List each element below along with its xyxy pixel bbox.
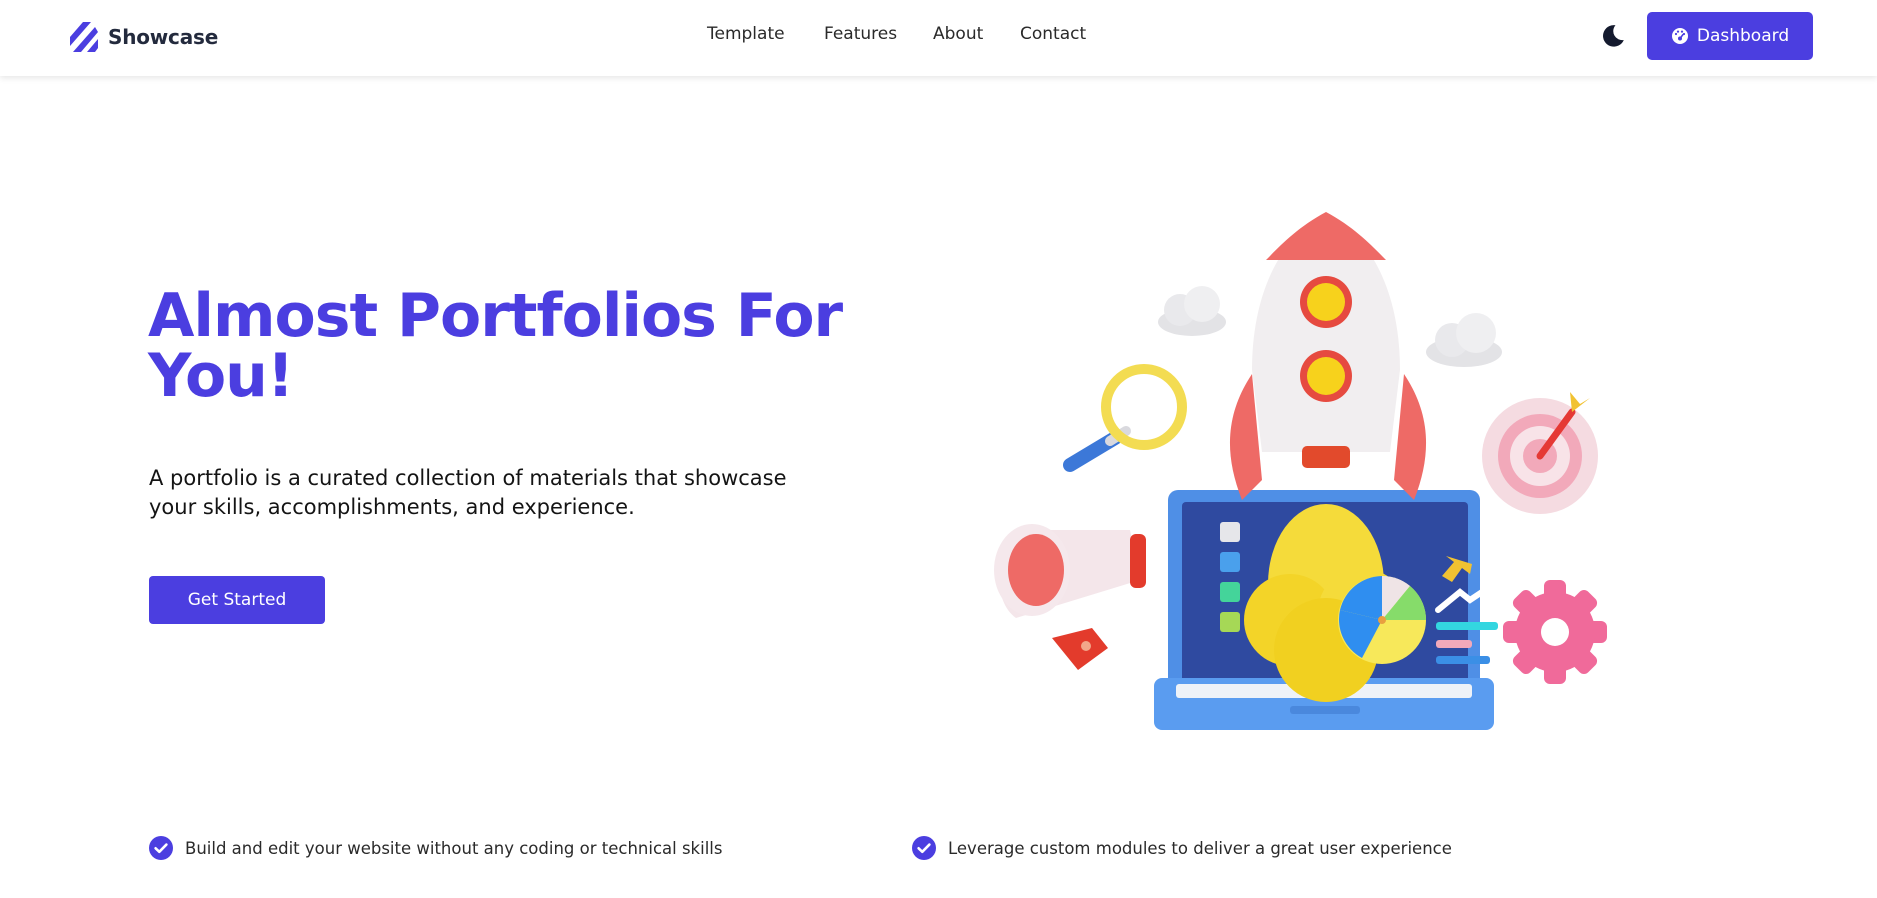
hero-illustration <box>994 212 1607 730</box>
nav-link-features[interactable]: Features <box>824 24 897 44</box>
moon-icon[interactable] <box>1600 23 1626 49</box>
hero-title: Almost Portfolios For You! <box>148 281 843 411</box>
cloud-right-icon <box>1426 313 1502 367</box>
check-circle-icon <box>149 836 173 860</box>
brand-logo-icon <box>70 22 98 52</box>
target-icon <box>1482 392 1598 514</box>
megaphone-icon <box>994 524 1146 670</box>
get-started-button[interactable]: Get Started <box>149 576 325 624</box>
feature-text: Leverage custom modules to deliver a gre… <box>948 838 1452 858</box>
dashboard-button[interactable]: Dashboard <box>1647 12 1813 60</box>
feature-item-modules: Leverage custom modules to deliver a gre… <box>912 835 1452 861</box>
hero-description: A portfolio is a curated collection of m… <box>149 466 787 519</box>
brand-link[interactable]: Showcase <box>68 19 218 55</box>
main-nav: Template Features About Contact <box>0 24 1877 48</box>
gear-icon <box>1503 580 1607 684</box>
dashboard-gauge-icon <box>1671 28 1688 44</box>
feature-text: Build and edit your website without any … <box>185 838 723 858</box>
nav-link-about[interactable]: About <box>933 24 983 44</box>
navbar: Showcase Template Features About Contact… <box>0 0 1877 76</box>
magnifier-icon <box>1063 364 1187 472</box>
nav-link-template[interactable]: Template <box>707 24 785 44</box>
rocket-icon <box>1229 212 1427 500</box>
feature-item-build: Build and edit your website without any … <box>149 835 722 861</box>
dashboard-button-label: Dashboard <box>1696 26 1790 46</box>
cloud-left-icon <box>1158 286 1226 336</box>
brand-name: Showcase <box>108 25 219 49</box>
nav-link-contact[interactable]: Contact <box>1020 24 1086 44</box>
check-circle-icon <box>912 836 936 860</box>
pie-chart-icon <box>1338 575 1426 664</box>
